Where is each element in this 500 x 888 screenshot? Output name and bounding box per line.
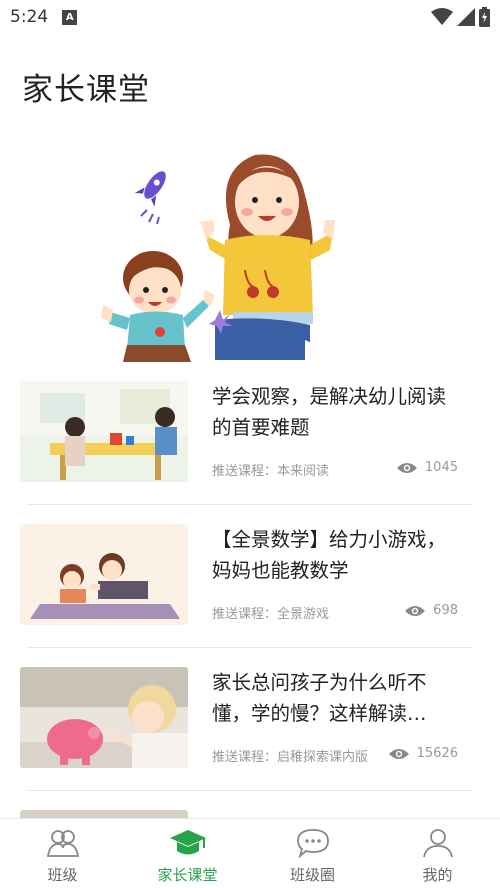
wifi-icon (431, 8, 453, 25)
divider (28, 504, 472, 505)
article-card[interactable]: 家长总问孩子为什么听不懂，学的慢？这样解读… 推送课程：启稚探索课内版 1562… (20, 667, 472, 770)
article-card[interactable]: 学会观察，是解决幼儿阅读的首要难题 推送课程：本来阅读 1045 (20, 381, 472, 484)
tab-label: 家长课堂 (157, 866, 218, 884)
article-course: 推送课程：启稚探索课内版 (212, 750, 369, 765)
eye-icon (388, 748, 409, 759)
status-bar: 5:24 A (0, 0, 500, 34)
article-course: 推送课程：本来阅读 (212, 464, 330, 479)
tab-parent-classroom[interactable]: 家长课堂 (125, 819, 250, 888)
eye-icon (405, 605, 426, 616)
view-count: 15626 (388, 746, 458, 761)
page-title: 家长课堂 (22, 72, 150, 108)
article-title: 学会观察，是解决幼儿阅读的首要难题 (212, 385, 447, 439)
person-icon (422, 829, 453, 858)
hero-illustration (101, 154, 335, 362)
article-thumbnail (20, 667, 188, 768)
article-thumbnail (20, 381, 188, 482)
divider (28, 790, 472, 791)
divider (28, 647, 472, 648)
tab-class[interactable]: 班级 (0, 819, 125, 888)
article-thumbnail (20, 524, 188, 625)
tab-class-circle[interactable]: 班级圈 (250, 819, 375, 888)
bottom-tab-bar: 班级 家长课堂 班级圈 我的 (0, 818, 500, 888)
article-card[interactable]: 【全景数学】给力小游戏，妈妈也能教数学 推送课程：全景游戏 698 (20, 524, 472, 627)
view-count: 698 (404, 603, 458, 618)
view-count-value: 15626 (416, 746, 458, 761)
article-course: 推送课程：全景游戏 (212, 607, 330, 622)
chat-bubble-icon (296, 829, 329, 858)
status-time: 5:24 (10, 7, 49, 27)
class-people-icon (46, 830, 79, 857)
battery-icon (479, 7, 490, 27)
app-notification-icon: A (62, 9, 78, 25)
status-icons (431, 7, 490, 27)
view-count-value: 1045 (424, 460, 458, 475)
article-title: 家长总问孩子为什么听不懂，学的慢？这样解读… (212, 671, 427, 725)
view-count-value: 698 (433, 603, 458, 618)
article-title: 【全景数学】给力小游戏，妈妈也能教数学 (212, 528, 447, 582)
tab-mine[interactable]: 我的 (375, 819, 500, 888)
eye-icon (396, 462, 417, 473)
signal-icon (457, 8, 475, 26)
graduation-cap-icon (169, 830, 206, 855)
tab-label: 我的 (422, 866, 453, 884)
article-thumbnail-partial (20, 810, 188, 818)
view-count: 1045 (396, 460, 458, 475)
tab-label: 班级 (47, 866, 78, 884)
tab-label: 班级圈 (289, 866, 335, 884)
